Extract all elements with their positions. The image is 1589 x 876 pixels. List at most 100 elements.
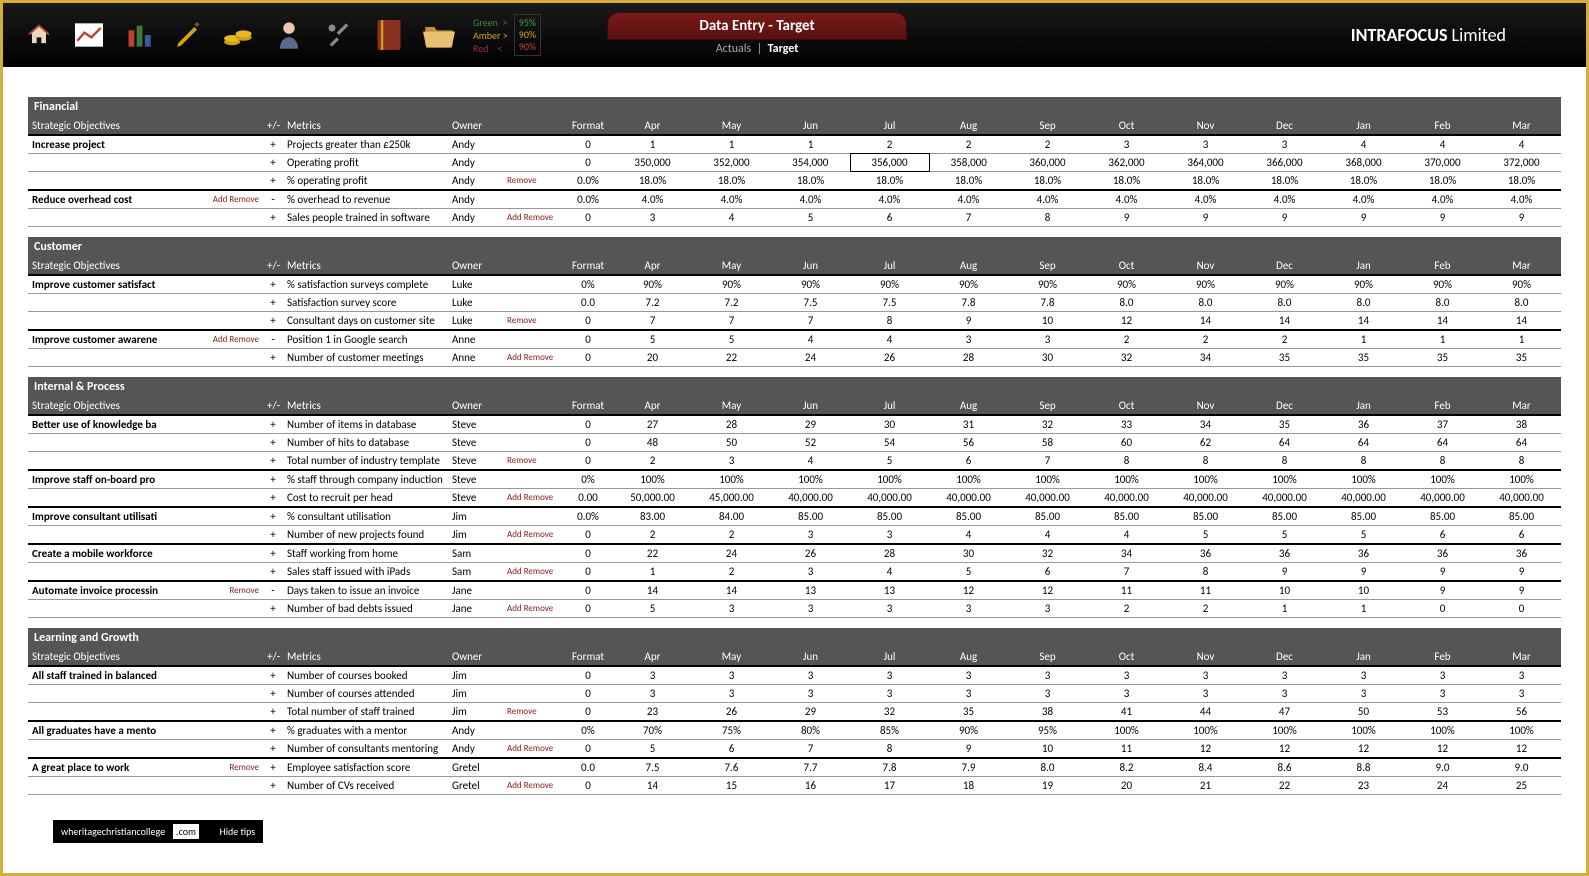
tab-actuals[interactable]: Actuals [716,42,752,56]
value-cell[interactable]: 36 [1324,544,1403,563]
value-cell[interactable]: 54 [850,434,929,452]
value-cell[interactable]: 3 [692,600,771,618]
value-cell[interactable]: 12 [929,581,1008,600]
hide-tips-button[interactable]: Hide tips [220,825,256,838]
add-remove-link[interactable]: Add Remove [213,334,259,345]
value-cell[interactable]: 58 [1008,434,1087,452]
value-cell[interactable]: 90% [929,275,1008,294]
value-cell[interactable]: 4.0% [1087,190,1166,209]
value-cell[interactable]: 18.0% [929,172,1008,191]
value-cell[interactable]: 6 [1008,563,1087,582]
folder-icon[interactable] [423,19,455,51]
value-cell[interactable]: 4.0% [1403,190,1482,209]
value-cell[interactable]: 100% [1008,470,1087,489]
row-action-link[interactable]: Add Remove [507,780,553,791]
value-cell[interactable]: 23 [1324,777,1403,795]
value-cell[interactable]: 28 [929,349,1008,367]
value-cell[interactable]: 38 [1008,703,1087,722]
add-remove-link[interactable]: Remove [229,762,259,773]
value-cell[interactable]: 18.0% [1403,172,1482,191]
value-cell[interactable]: 12 [1166,740,1245,759]
value-cell[interactable]: 3 [692,685,771,703]
value-cell[interactable]: 3 [1245,666,1324,685]
value-cell[interactable]: 12 [1008,581,1087,600]
value-cell[interactable]: 8 [1324,452,1403,471]
value-cell[interactable]: 36 [1245,544,1324,563]
value-cell[interactable]: 2 [929,135,1008,154]
value-cell[interactable]: 8 [850,740,929,759]
value-cell[interactable]: 352,000 [692,154,771,172]
value-cell[interactable]: 100% [1482,721,1561,740]
value-cell[interactable]: 5 [1324,526,1403,545]
value-cell[interactable]: 3 [929,666,1008,685]
value-cell[interactable]: 6 [692,740,771,759]
value-cell[interactable]: 370,000 [1403,154,1482,172]
value-cell[interactable]: 2 [613,452,692,471]
value-cell[interactable]: 90% [692,275,771,294]
value-cell[interactable]: 2 [1087,600,1166,618]
value-cell[interactable]: 9 [1324,209,1403,227]
value-cell[interactable]: 32 [1087,349,1166,367]
row-action-link[interactable]: Add Remove [507,603,553,614]
value-cell[interactable]: 50,000.00 [613,489,692,508]
value-cell[interactable]: 7.5 [771,294,850,312]
value-cell[interactable]: 4 [1008,526,1087,545]
value-cell[interactable]: 14 [1245,312,1324,331]
value-cell[interactable]: 1 [1324,330,1403,349]
value-cell[interactable]: 8 [1245,452,1324,471]
value-cell[interactable]: 44 [1166,703,1245,722]
value-cell[interactable]: 366,000 [1245,154,1324,172]
value-cell[interactable]: 5 [692,330,771,349]
value-cell[interactable]: 8 [1403,452,1482,471]
value-cell[interactable]: 12 [1403,740,1482,759]
value-cell[interactable]: 7.8 [1008,294,1087,312]
value-cell[interactable]: 37 [1403,415,1482,434]
value-cell[interactable]: 9 [1403,563,1482,582]
value-cell[interactable]: 45,000.00 [692,489,771,508]
value-cell[interactable]: 100% [850,470,929,489]
value-cell[interactable]: 30 [850,415,929,434]
value-cell[interactable]: 9 [1245,209,1324,227]
value-cell[interactable]: 7 [771,312,850,331]
value-cell[interactable]: 100% [1324,721,1403,740]
value-cell[interactable]: 5 [1245,526,1324,545]
value-cell[interactable]: 3 [692,452,771,471]
value-cell[interactable]: 8.8 [1324,758,1403,777]
value-cell[interactable]: 36 [1166,544,1245,563]
value-cell[interactable]: 12 [1087,312,1166,331]
row-action-link[interactable]: Remove [507,315,537,326]
value-cell[interactable]: 35 [929,703,1008,722]
value-cell[interactable]: 90% [1403,275,1482,294]
value-cell[interactable]: 85.00 [1324,507,1403,526]
row-action-link[interactable]: Add Remove [507,529,553,540]
value-cell[interactable]: 9 [929,312,1008,331]
value-cell[interactable]: 85.00 [1482,507,1561,526]
value-cell[interactable]: 8.4 [1166,758,1245,777]
value-cell[interactable]: 3 [1087,685,1166,703]
value-cell[interactable]: 4 [850,330,929,349]
value-cell[interactable]: 75% [692,721,771,740]
value-cell[interactable]: 100% [1324,470,1403,489]
value-cell[interactable]: 8 [1166,452,1245,471]
value-cell[interactable]: 100% [1403,721,1482,740]
value-cell[interactable]: 18.0% [1245,172,1324,191]
value-cell[interactable]: 368,000 [1324,154,1403,172]
row-action-link[interactable]: Add Remove [507,492,553,503]
value-cell[interactable]: 62 [1166,434,1245,452]
tab-target[interactable]: Target [768,42,799,56]
add-remove-link[interactable]: Remove [229,585,259,596]
value-cell[interactable]: 40,000.00 [1166,489,1245,508]
value-cell[interactable]: 18 [929,777,1008,795]
value-cell[interactable]: 100% [1245,721,1324,740]
value-cell[interactable]: 7.6 [692,758,771,777]
value-cell[interactable]: 9 [1403,581,1482,600]
value-cell[interactable]: 32 [850,703,929,722]
home-icon[interactable] [23,19,55,51]
value-cell[interactable]: 3 [1403,685,1482,703]
value-cell[interactable]: 6 [929,452,1008,471]
value-cell[interactable]: 35 [1245,349,1324,367]
value-cell[interactable]: 90% [1166,275,1245,294]
value-cell[interactable]: 8.0 [1008,758,1087,777]
value-cell[interactable]: 350,000 [613,154,692,172]
value-cell[interactable]: 4 [692,209,771,227]
